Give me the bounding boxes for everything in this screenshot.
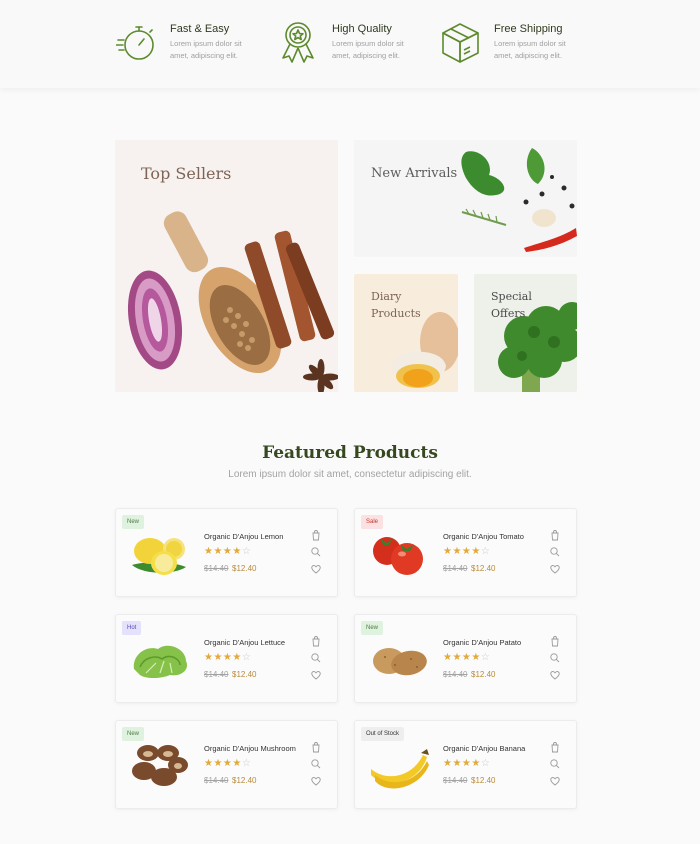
feature-desc: Lorem ipsum dolor sit amet, adipiscing e… — [170, 39, 242, 60]
product-name[interactable]: Organic D'Anjou Patato — [443, 638, 521, 647]
product-name[interactable]: Organic D'Anjou Lemon — [204, 532, 283, 541]
features-bar: Fast & Easy Lorem ipsum dolor sit amet, … — [0, 0, 700, 88]
search-icon[interactable] — [549, 758, 561, 770]
herbs-spices-image — [461, 148, 577, 252]
cart-icon[interactable] — [549, 635, 561, 647]
mushroom-image — [132, 745, 188, 786]
product-card-mushroom[interactable]: New Organic D'Anjou Mushroom ★★★★☆ $14.4… — [115, 720, 338, 809]
lemon-image — [132, 538, 186, 575]
price: $12.40 — [471, 564, 496, 573]
banner-new-arrivals[interactable]: New Arrivals — [354, 140, 577, 257]
price: $12.40 — [232, 776, 257, 785]
search-icon[interactable] — [310, 652, 322, 664]
search-icon[interactable] — [549, 546, 561, 558]
banana-image — [371, 749, 429, 789]
rating-stars: ★★★★☆ — [443, 758, 491, 769]
banner-title: Diary Products — [371, 290, 421, 320]
cart-icon[interactable] — [549, 529, 561, 541]
old-price: $14.40 — [443, 564, 468, 573]
search-icon[interactable] — [310, 546, 322, 558]
heart-icon[interactable] — [549, 669, 561, 681]
cart-icon[interactable] — [310, 741, 322, 753]
cart-icon[interactable] — [310, 635, 322, 647]
cart-icon[interactable] — [549, 741, 561, 753]
feature-title: High Quality — [332, 23, 392, 35]
feature-free-shipping: Free Shipping Lorem ipsum dolor sit amet… — [440, 18, 590, 68]
product-card-lettuce[interactable]: Hot Organic D'Anjou Lettuce ★★★★☆ $14.40… — [115, 614, 338, 703]
price: $12.40 — [232, 670, 257, 679]
product-name[interactable]: Organic D'Anjou Banana — [443, 744, 525, 753]
feature-high-quality: High Quality Lorem ipsum dolor sit amet,… — [278, 18, 428, 68]
cart-icon[interactable] — [310, 529, 322, 541]
rating-stars: ★★★★☆ — [204, 652, 252, 663]
old-price: $14.40 — [443, 670, 468, 679]
rating-stars: ★★★★☆ — [204, 758, 252, 769]
product-card-banana[interactable]: Out of Stock Organic D'Anjou Banana ★★★★… — [354, 720, 577, 809]
heart-icon[interactable] — [310, 563, 322, 575]
banner-title: New Arrivals — [371, 166, 458, 181]
feature-desc: Lorem ipsum dolor sit amet, adipiscing e… — [332, 39, 404, 60]
product-card-potato[interactable]: New Organic D'Anjou Patato ★★★★☆ $14.40 … — [354, 614, 577, 703]
section-subtitle: Lorem ipsum dolor sit amet, consectetur … — [228, 469, 472, 480]
lettuce-image — [133, 645, 188, 678]
banner-dairy-products[interactable]: Diary Products — [354, 274, 458, 392]
old-price: $14.40 — [204, 670, 229, 679]
potato-image — [373, 648, 427, 676]
product-name[interactable]: Organic D'Anjou Tomato — [443, 532, 524, 541]
heart-icon[interactable] — [549, 775, 561, 787]
banner-special-offers[interactable]: Special Offers — [474, 274, 577, 392]
old-price: $14.40 — [204, 776, 229, 785]
old-price: $14.40 — [443, 776, 468, 785]
product-name[interactable]: Organic D'Anjou Lettuce — [204, 638, 285, 647]
package-box-icon — [442, 23, 479, 63]
tomato-image — [373, 537, 423, 575]
rating-stars: ★★★★☆ — [443, 652, 491, 663]
search-icon[interactable] — [310, 758, 322, 770]
banner-title: Special Offers — [491, 290, 532, 320]
stopwatch-icon — [116, 26, 154, 60]
rating-stars: ★★★★☆ — [204, 546, 252, 557]
product-card-tomato[interactable]: Sale Organic D'Anjou Tomato ★★★★☆ $14.40… — [354, 508, 577, 597]
feature-title: Free Shipping — [494, 23, 563, 35]
heart-icon[interactable] — [310, 775, 322, 787]
banner-top-sellers[interactable]: Top Sellers — [115, 140, 338, 392]
heart-icon[interactable] — [310, 669, 322, 681]
feature-fast-easy: Fast & Easy Lorem ipsum dolor sit amet, … — [116, 18, 266, 68]
section-title: Featured Products — [262, 443, 438, 463]
heart-icon[interactable] — [549, 563, 561, 575]
search-icon[interactable] — [549, 652, 561, 664]
product-card-lemon[interactable]: New Organic D'Anjou Lemon ★★★★☆ $14.40 $… — [115, 508, 338, 597]
product-name[interactable]: Organic D'Anjou Mushroom — [204, 744, 296, 753]
price: $12.40 — [471, 776, 496, 785]
old-price: $14.40 — [204, 564, 229, 573]
price: $12.40 — [471, 670, 496, 679]
award-ribbon-icon — [282, 22, 314, 63]
feature-desc: Lorem ipsum dolor sit amet, adipiscing e… — [494, 39, 566, 60]
banner-title: Top Sellers — [141, 164, 232, 183]
rating-stars: ★★★★☆ — [443, 546, 491, 557]
feature-title: Fast & Easy — [170, 23, 230, 35]
price: $12.40 — [232, 564, 257, 573]
